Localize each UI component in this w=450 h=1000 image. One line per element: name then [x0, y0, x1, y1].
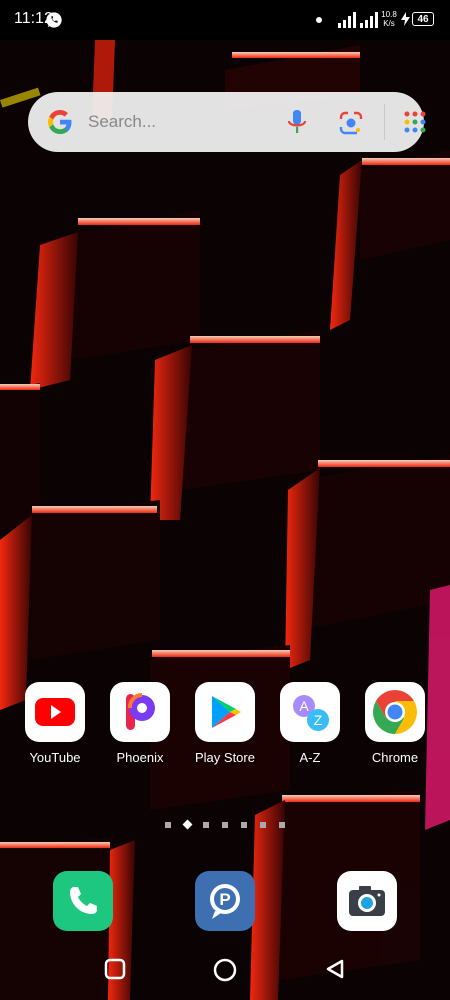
search-divider	[384, 104, 385, 140]
battery-indicator: 46	[412, 12, 434, 26]
status-bar: 11:12 10.8 K/s 46	[0, 0, 450, 40]
app-label: A-Z	[299, 750, 321, 765]
page-dot	[165, 822, 171, 828]
app-label: Chrome	[371, 750, 419, 765]
network-speed-value: 10.8	[381, 10, 397, 19]
search-placeholder: Search...	[88, 112, 157, 131]
phoenix-browser-icon[interactable]	[110, 682, 170, 742]
app-chrome[interactable]: Chrome	[355, 682, 435, 765]
google-g-icon	[48, 110, 72, 134]
dock-camera[interactable]	[337, 871, 397, 931]
home-icon[interactable]	[213, 958, 237, 982]
app-phoenix[interactable]: Phoenix	[100, 682, 180, 765]
svg-text:A: A	[299, 698, 309, 714]
google-search-bar[interactable]: Search...	[28, 92, 427, 152]
dock-phone[interactable]	[53, 871, 113, 931]
page-dot	[260, 822, 266, 828]
app-grid-icon[interactable]	[403, 110, 427, 134]
svg-text:Z: Z	[314, 712, 323, 728]
notification-dot	[316, 17, 322, 23]
network-speed: 10.8 K/s	[381, 10, 397, 28]
app-label: YouTube	[29, 750, 81, 765]
page-dot	[203, 822, 209, 828]
youtube-icon[interactable]	[25, 682, 85, 742]
microphone-icon[interactable]	[286, 108, 308, 136]
page-dot-current	[182, 819, 193, 830]
page-indicator	[165, 819, 295, 830]
app-youtube[interactable]: YouTube	[15, 682, 95, 765]
whatsapp-icon	[46, 12, 62, 28]
google-lens-icon[interactable]	[338, 110, 364, 136]
a-z-translate-icon[interactable]: A Z	[280, 682, 340, 742]
page-dot	[241, 822, 247, 828]
pinterest-like-chat-icon: P	[210, 884, 240, 919]
camera-icon	[349, 886, 385, 916]
app-play-store[interactable]: Play Store	[185, 682, 265, 765]
signal-strength-icon	[338, 12, 356, 28]
signal-strength-icon-sim2	[360, 12, 378, 28]
charging-icon	[401, 12, 410, 26]
app-label: Phoenix	[116, 750, 164, 765]
page-dot	[222, 822, 228, 828]
chrome-icon[interactable]	[365, 682, 425, 742]
network-speed-unit: K/s	[383, 19, 395, 28]
play-store-icon[interactable]	[195, 682, 255, 742]
dock-chat-app[interactable]: P	[195, 871, 255, 931]
navigation-bar	[0, 940, 450, 1000]
back-icon[interactable]	[324, 958, 346, 980]
page-dot	[279, 822, 285, 828]
app-label: Play Store	[195, 750, 255, 765]
recent-apps-icon[interactable]	[104, 958, 126, 980]
phone-icon	[70, 887, 97, 914]
app-a-z[interactable]: A Z A-Z	[270, 682, 350, 765]
svg-text:P: P	[219, 890, 230, 909]
